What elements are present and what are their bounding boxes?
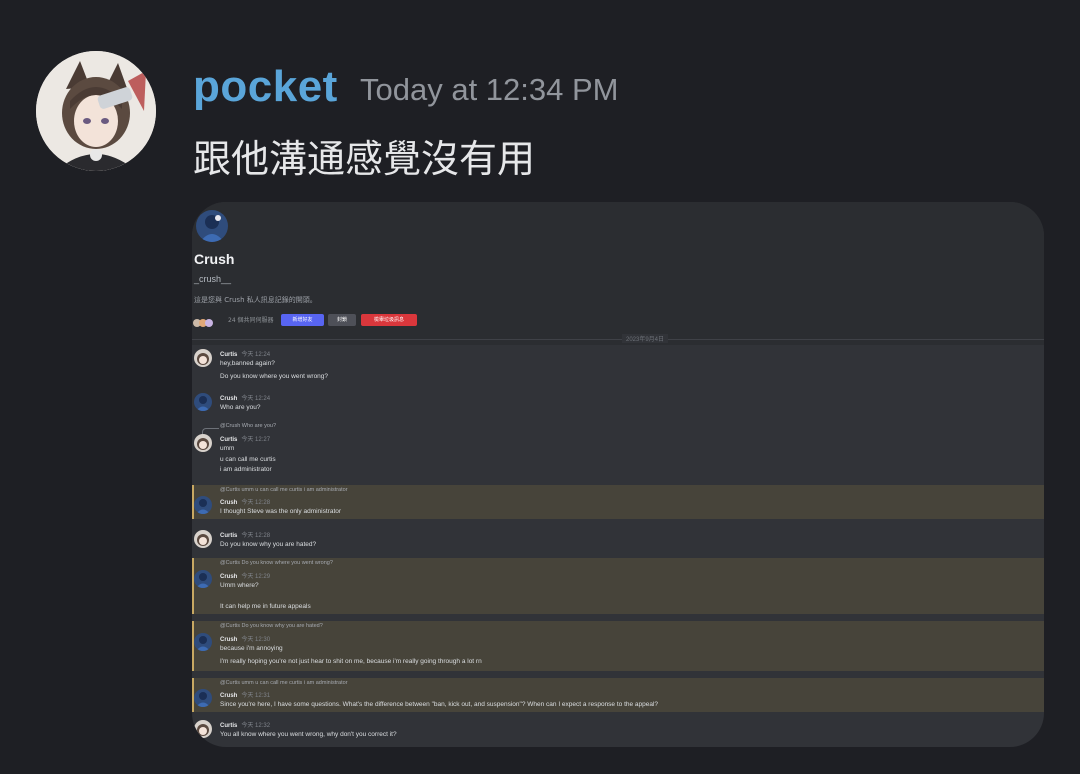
message-author: Crush <box>220 693 238 699</box>
reply-preview[interactable]: @Curtis umm u can call me curtis i am ad… <box>220 680 348 686</box>
chat-message-row: Curtis 今天 12:24 hey,banned again? Do you … <box>192 345 1044 385</box>
message-line: Do you know where you went wrong? <box>220 373 329 380</box>
user-avatar[interactable] <box>36 51 156 171</box>
chat-message-row-highlighted: @Curtis umm u can call me curtis i am ad… <box>192 485 1044 519</box>
curtis-avatar <box>194 349 212 367</box>
crush-avatar <box>194 570 212 588</box>
chat-message-row: @Crush Who are you? Curtis 今天 12:27 umm u… <box>192 420 1044 478</box>
message-line: Who are you? <box>220 404 261 411</box>
chat-message-row-highlighted: @Curtis Do you know where you went wrong… <box>192 558 1044 614</box>
curtis-avatar <box>194 530 212 548</box>
date-divider-label: 2023年9月4日 <box>622 334 669 343</box>
message-time: 今天 12:27 <box>241 437 271 443</box>
message-time: 今天 12:32 <box>241 723 271 729</box>
message-time: 今天 12:28 <box>241 500 271 506</box>
add-friend-button[interactable]: 新增好友 <box>281 314 324 326</box>
message-time: 今天 12:24 <box>241 352 271 358</box>
mutual-servers-count[interactable]: 24 個共同伺服器 <box>228 315 274 324</box>
chat-message-row-highlighted: @Curtis Do you know why you are hated? C… <box>192 621 1044 671</box>
message-author: Curtis <box>220 533 238 539</box>
crush-avatar <box>194 393 212 411</box>
chat-message-row: Curtis 今天 12:28 Do you know why you are h… <box>192 526 1044 554</box>
chat-message-row: Crush 今天 12:24 Who are you? <box>192 389 1044 417</box>
message-time: 今天 12:30 <box>241 637 271 643</box>
curtis-avatar <box>194 720 212 738</box>
message-author: Curtis <box>220 723 238 729</box>
message-author[interactable]: pocket <box>193 62 338 112</box>
message-line: umm <box>220 445 235 452</box>
message-author: Curtis <box>220 352 238 358</box>
message-line: Since you're here, I have some questions… <box>220 701 659 708</box>
mutual-avatars <box>193 314 213 332</box>
message-line: I thought Steve was the only administrat… <box>220 508 342 515</box>
chat-message-row-highlighted: @Curtis umm u can call me curtis i am ad… <box>192 678 1044 712</box>
message-author: Crush <box>220 396 238 402</box>
chat-message-row: Curtis 今天 12:32 You all know where you we… <box>192 717 1044 745</box>
report-spam-button[interactable]: 檢舉垃圾訊息 <box>361 314 417 326</box>
message-time: 今天 12:29 <box>241 574 271 580</box>
dm-user-name: Crush <box>194 251 235 267</box>
message-line: because i'm annoying <box>220 645 283 652</box>
attached-screenshot[interactable]: Crush _crush__ 這是您與 Crush 私人訊息記錄的開頭。 24 … <box>192 202 1044 747</box>
message-line: Do you know why you are hated? <box>220 541 317 548</box>
reply-preview[interactable]: @Curtis umm u can call me curtis i am ad… <box>220 487 348 493</box>
message-line: hey,banned again? <box>220 360 275 367</box>
message-author: Crush <box>220 500 238 506</box>
crush-avatar <box>194 496 212 514</box>
message-author: Curtis <box>220 437 238 443</box>
message-time: 今天 12:28 <box>241 533 271 539</box>
crush-avatar <box>194 689 212 707</box>
message-time: 今天 12:24 <box>241 396 271 402</box>
reply-preview[interactable]: @Curtis Do you know why you are hated? <box>220 623 323 629</box>
message-time: 今天 12:31 <box>241 693 271 699</box>
block-button[interactable]: 封鎖 <box>328 314 356 326</box>
crush-avatar-large <box>196 210 228 242</box>
crush-avatar <box>194 633 212 651</box>
reply-preview[interactable]: @Curtis Do you know where you went wrong… <box>220 560 333 566</box>
message-line: I'm really hoping you're not just hear t… <box>220 658 482 665</box>
message-line: You all know where you went wrong, why d… <box>220 731 397 738</box>
message-line: It can help me in future appeals <box>220 603 311 610</box>
curtis-avatar <box>194 434 212 452</box>
dm-intro-text: 這是您與 Crush 私人訊息記錄的開頭。 <box>194 296 317 304</box>
message-line: i am administrator <box>220 466 272 473</box>
message-author: Crush <box>220 637 238 643</box>
message-author: Crush <box>220 574 238 580</box>
message-text: 跟他溝通感覺沒有用 <box>193 137 536 181</box>
dm-user-handle: _crush__ <box>194 274 232 284</box>
message-timestamp: Today at 12:34 PM <box>360 72 619 107</box>
message-line: u can call me curtis <box>220 456 276 463</box>
date-divider <box>192 339 1044 340</box>
message-line: Umm where? <box>220 582 259 589</box>
reply-preview[interactable]: @Crush Who are you? <box>220 423 276 429</box>
